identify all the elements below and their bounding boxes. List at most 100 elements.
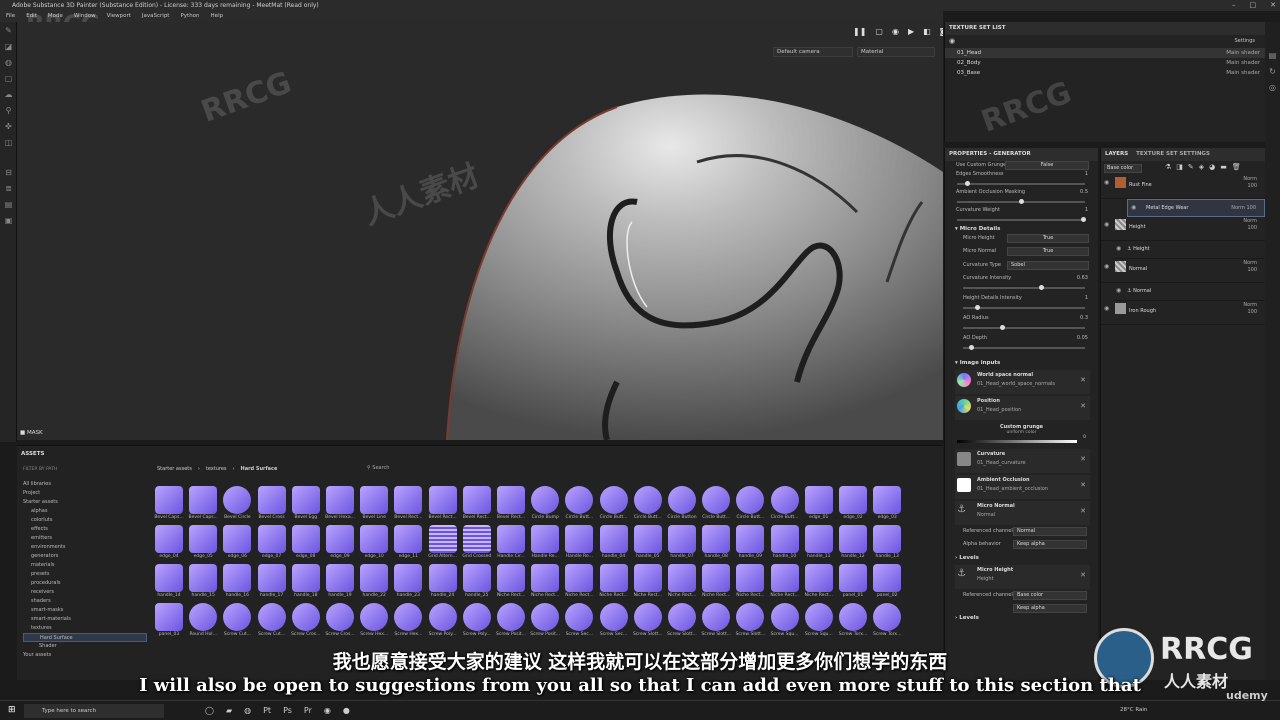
asset-tile[interactable]: edge_04 [152, 525, 186, 563]
asset-tile[interactable]: edge_09 [323, 525, 357, 563]
asset-tile[interactable]: handle_17 [255, 564, 289, 602]
tree-item[interactable]: generators [23, 552, 147, 561]
grunge-gradient-slider[interactable] [957, 440, 1077, 443]
tree-item[interactable]: textures [23, 624, 147, 633]
alpha-behavior-select[interactable]: Keep alpha [1013, 540, 1087, 549]
asset-tile[interactable]: Screw Poly... [426, 603, 460, 641]
paint-brush-icon[interactable]: ✎ [0, 22, 17, 38]
asset-tile[interactable]: Screw Hex... [357, 603, 391, 641]
display-settings-icon[interactable]: ▤ [0, 196, 17, 212]
layer-row[interactable]: ◉ ⚓ Height [1113, 241, 1265, 259]
tree-item[interactable]: alphas [23, 507, 147, 516]
asset-tile[interactable]: Screw Slott... [699, 603, 733, 641]
asset-tile[interactable]: Bevel Rect... [391, 486, 425, 524]
tree-item[interactable]: colorluts [23, 516, 147, 525]
remove-icon[interactable]: ✕ [1080, 402, 1086, 410]
asset-tile[interactable]: edge_02 [836, 486, 870, 524]
asset-tile[interactable]: Screw Hex... [391, 603, 425, 641]
breadcrumb-item[interactable]: Hard Surface [241, 466, 278, 472]
minimize-icon[interactable]: – [1232, 0, 1236, 11]
texture-set-row[interactable]: 03_Base Main shader [945, 68, 1280, 78]
camera-select[interactable]: Default camera [773, 47, 853, 57]
asset-tile[interactable]: handle_12 [836, 525, 870, 563]
asset-tile[interactable]: Handle Re... [562, 525, 596, 563]
frame-icon[interactable]: ▢ [875, 27, 883, 36]
add-mask-icon[interactable]: ◨ [1176, 163, 1183, 171]
asset-tile[interactable]: Niche Rect... [528, 564, 562, 602]
asset-tile[interactable]: handle_15 [186, 564, 220, 602]
asset-tile[interactable]: Niche Rect... [631, 564, 665, 602]
asset-tile[interactable]: handle_16 [220, 564, 254, 602]
tree-item-selected[interactable]: Hard Surface [23, 633, 147, 642]
asset-tile[interactable]: Niche Rect... [802, 564, 836, 602]
asset-tile[interactable]: handle_19 [323, 564, 357, 602]
smudge-icon[interactable]: ☁ [0, 86, 17, 102]
asset-tile[interactable]: Circle Butt... [768, 486, 802, 524]
micro-height-toggle[interactable]: True [1007, 234, 1089, 243]
view-icon[interactable]: ◉ [892, 27, 899, 36]
remove-icon[interactable]: ✕ [1080, 507, 1086, 515]
asset-tile[interactable]: Screw Sec... [562, 603, 596, 641]
ao-depth-slider[interactable] [963, 345, 1085, 350]
texture-set-row[interactable]: 02_Body Main shader [945, 58, 1280, 68]
asset-tile[interactable]: panel_01 [836, 564, 870, 602]
viewport-3d[interactable]: Default camera Material ❚❚ ▢ ◉ ▶ ◧ ◙ [17, 22, 943, 440]
asset-tile[interactable]: Bevel Caps... [152, 486, 186, 524]
maximize-icon[interactable]: □ [1250, 0, 1257, 11]
asset-tile[interactable]: Screw Cros... [289, 603, 323, 641]
asset-tile[interactable]: edge_07 [255, 525, 289, 563]
asset-tile[interactable]: handle_22 [357, 564, 391, 602]
ao-masking-slider[interactable] [957, 199, 1085, 204]
asset-tile[interactable]: handle_23 [391, 564, 425, 602]
asset-tile[interactable]: Bevel Egg [289, 486, 323, 524]
height-details-slider[interactable] [963, 305, 1085, 310]
delete-layer-icon[interactable]: 🗑 [1232, 163, 1241, 171]
asset-search-input[interactable]: ⚲ Search [367, 465, 389, 471]
asset-tile[interactable]: Screw Poly... [460, 603, 494, 641]
channel-select[interactable]: Base color [1104, 164, 1142, 173]
asset-tile[interactable]: handle_18 [289, 564, 323, 602]
remove-icon[interactable]: ✕ [1080, 481, 1086, 489]
layer-row[interactable]: ◉ Height Norm 100 [1101, 217, 1265, 241]
asset-tile[interactable]: Bevel Caps... [186, 486, 220, 524]
asset-tile[interactable]: edge_11 [391, 525, 425, 563]
asset-tile[interactable]: panel_03 [152, 603, 186, 641]
asset-tile[interactable]: panel_02 [870, 564, 904, 602]
asset-tile[interactable]: handle_04 [597, 525, 631, 563]
menu-viewport[interactable]: Viewport [107, 11, 131, 22]
asset-tile[interactable]: Handle Re... [528, 525, 562, 563]
asset-tile[interactable]: Circle Butt... [597, 486, 631, 524]
taskbar-search[interactable]: Type here to search [24, 704, 164, 718]
asset-tile[interactable]: Grid Crossed [460, 525, 494, 563]
asset-tile[interactable]: Screw Squ... [802, 603, 836, 641]
levels-section[interactable]: › Levels [945, 553, 1098, 563]
tree-item[interactable]: emitters [23, 534, 147, 543]
asset-tile[interactable]: handle_13 [870, 525, 904, 563]
painter-icon[interactable]: Pt [263, 706, 271, 715]
bake-icon[interactable]: ⊟ [0, 164, 17, 180]
asset-tile[interactable]: handle_07 [665, 525, 699, 563]
asset-tile[interactable]: Bevel Hexa... [323, 486, 357, 524]
asset-tile[interactable]: Circle Butt... [733, 486, 767, 524]
referenced-channel-select[interactable]: Normal [1013, 527, 1087, 536]
asset-tile[interactable]: Round Hol... [186, 603, 220, 641]
tree-item[interactable]: smart-materials [23, 615, 147, 624]
asset-tile[interactable]: Bevel Rect... [460, 486, 494, 524]
edges-smoothness-slider[interactable] [957, 181, 1085, 186]
asset-tile[interactable]: handle_24 [426, 564, 460, 602]
asset-tile[interactable]: handle_09 [733, 525, 767, 563]
asset-tile[interactable]: handle_08 [699, 525, 733, 563]
asset-tile[interactable]: edge_10 [357, 525, 391, 563]
asset-tile[interactable]: edge_06 [220, 525, 254, 563]
asset-tile[interactable]: handle_11 [802, 525, 836, 563]
tab-texture-set-settings[interactable]: TEXTURE SET SETTINGS [1136, 148, 1210, 161]
layer-row[interactable]: ◉ Iron Rough Norm 100 [1101, 301, 1265, 325]
asset-tile[interactable]: handle_05 [631, 525, 665, 563]
add-fill-layer-icon[interactable]: ◈ [1199, 163, 1204, 171]
tree-item[interactable]: environments [23, 543, 147, 552]
asset-tile[interactable]: edge_03 [870, 486, 904, 524]
projection-icon[interactable]: ◍ [0, 54, 17, 70]
add-smart-material-icon[interactable]: ◕ [1209, 163, 1215, 171]
picker-icon[interactable]: ✜ [0, 118, 17, 134]
menu-help[interactable]: Help [211, 11, 224, 22]
